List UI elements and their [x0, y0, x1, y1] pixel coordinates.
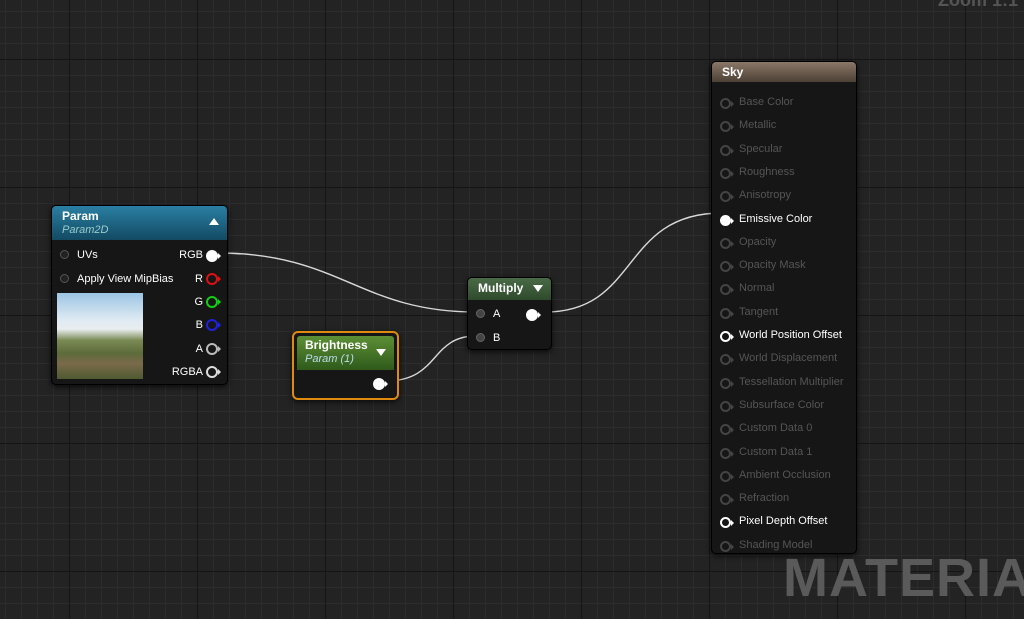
sky-pin-label: Tangent	[739, 305, 779, 318]
dropdown-arrow-icon[interactable]	[533, 285, 543, 292]
param-node-subtitle: Param2D	[62, 224, 109, 236]
g-pin[interactable]	[206, 296, 221, 308]
sky-node[interactable]: Sky Base Color Metallic Specular Roughness A…	[711, 61, 857, 554]
sky-pin-label: World Displacement	[739, 352, 838, 365]
pin-icon[interactable]	[720, 284, 734, 296]
sky-pin-label: Metallic	[739, 119, 777, 132]
pin-icon[interactable]	[720, 517, 734, 529]
mipbias-pin[interactable]	[60, 274, 69, 283]
pin-icon[interactable]	[720, 540, 734, 552]
pin-icon[interactable]	[720, 447, 734, 459]
rgba-pin[interactable]	[206, 366, 221, 378]
multiply-node-header[interactable]: Multiply	[468, 278, 551, 300]
sky-pin-label: Emissive Color	[739, 212, 813, 225]
pin-icon[interactable]	[720, 144, 734, 156]
pin-icon[interactable]	[720, 307, 734, 319]
param-node[interactable]: Param Param2D UVs Apply View MipBias RGB…	[51, 205, 228, 385]
zoom-label: Zoom 1:1	[937, 0, 1018, 10]
rgb-label: RGB	[179, 249, 203, 261]
sky-pin-label: Custom Data 1	[739, 445, 813, 458]
wire-brightness-to-multiply-b	[385, 335, 477, 382]
brightness-node-header[interactable]: Brightness Param (1)	[297, 336, 394, 370]
sky-pin-label: Specular	[739, 142, 783, 155]
brightness-node-title: Brightness	[305, 338, 368, 352]
pin-icon[interactable]	[720, 261, 734, 273]
pin-icon[interactable]	[720, 237, 734, 249]
pin-icon[interactable]	[720, 214, 734, 226]
material-watermark: MATERIAL	[783, 548, 1024, 608]
sky-node-title: Sky	[722, 65, 744, 79]
sky-pin-label: Opacity Mask	[739, 259, 806, 272]
pin-icon[interactable]	[720, 167, 734, 179]
brightness-node[interactable]: Brightness Param (1)	[292, 331, 399, 400]
r-label: R	[195, 273, 203, 285]
brightness-output-pin[interactable]	[373, 378, 388, 390]
wire-multiply-to-emissive	[544, 212, 723, 313]
sky-pin-label: Refraction	[739, 492, 790, 505]
sky-pin-label: Subsurface Color	[739, 398, 824, 411]
brightness-node-subtitle: Param (1)	[305, 353, 354, 365]
multiply-a-label: A	[493, 308, 501, 320]
sky-pin-label: World Position Offset	[739, 329, 842, 341]
pin-icon[interactable]	[720, 470, 734, 482]
uvs-pin[interactable]	[60, 250, 69, 259]
b-label: B	[195, 319, 203, 331]
sky-pin-label: Base Color	[739, 96, 794, 108]
sky-pin-label: Ambient Occlusion	[739, 468, 831, 481]
multiply-node-title: Multiply	[478, 281, 524, 295]
rgb-pin[interactable]	[206, 250, 221, 262]
sky-pin-label: Custom Data 0	[739, 422, 813, 435]
a-label: A	[195, 343, 203, 355]
pin-icon[interactable]	[720, 98, 734, 109]
b-pin[interactable]	[206, 319, 221, 331]
texture-thumbnail	[57, 293, 143, 379]
sky-pin-label: Opacity	[739, 235, 777, 248]
multiply-b-pin[interactable]	[476, 333, 485, 342]
multiply-a-pin[interactable]	[476, 309, 485, 318]
multiply-output-pin[interactable]	[526, 309, 541, 321]
sky-pin-label: Anisotropy	[739, 189, 791, 202]
mipbias-label: Apply View MipBias	[77, 273, 174, 285]
g-label: G	[194, 296, 203, 308]
pin-icon[interactable]	[720, 494, 734, 506]
r-pin[interactable]	[206, 273, 221, 285]
pin-icon[interactable]	[720, 377, 734, 389]
collapse-arrow-icon[interactable]	[209, 218, 219, 225]
rgba-label: RGBA	[171, 366, 203, 378]
sky-node-header[interactable]: Sky	[712, 62, 856, 82]
multiply-node[interactable]: Multiply A B	[467, 277, 552, 350]
sky-pin-label: Normal	[739, 282, 775, 295]
multiply-b-label: B	[493, 332, 501, 344]
sky-pin-label: Tessellation Multiplier	[739, 375, 844, 388]
param-node-header[interactable]: Param Param2D	[52, 206, 227, 240]
pin-icon[interactable]	[720, 191, 734, 203]
param-node-title: Param	[62, 209, 99, 223]
uvs-label: UVs	[77, 249, 98, 261]
dropdown-arrow-icon[interactable]	[376, 349, 386, 356]
sky-pin-label: Pixel Depth Offset	[739, 515, 828, 528]
pin-icon[interactable]	[720, 400, 734, 412]
pin-icon[interactable]	[720, 331, 734, 342]
pin-icon[interactable]	[720, 354, 734, 366]
a-pin[interactable]	[206, 343, 221, 355]
pin-icon[interactable]	[720, 121, 734, 133]
wire-rgb-to-multiply-a	[217, 252, 477, 313]
pin-icon[interactable]	[720, 424, 734, 436]
sky-pin-label: Roughness	[739, 165, 795, 178]
